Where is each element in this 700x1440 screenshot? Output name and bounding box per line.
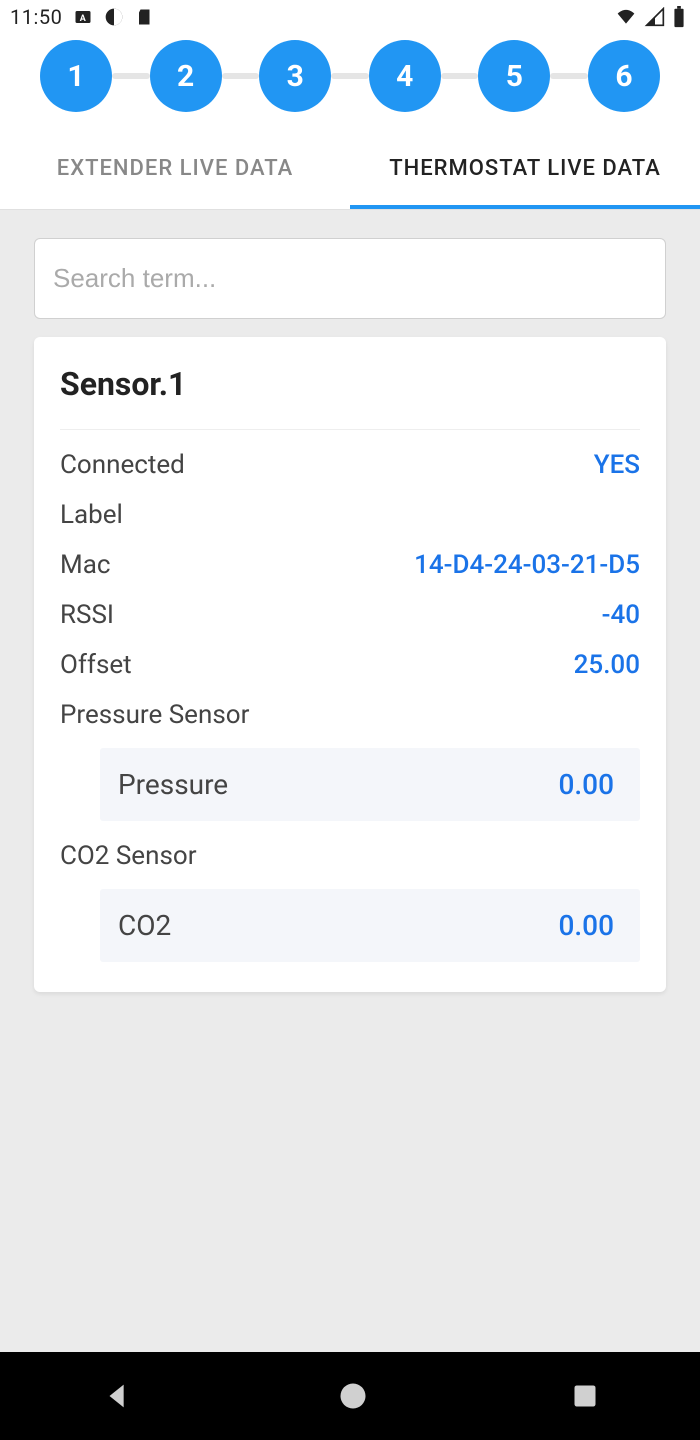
value-mac: 14-D4-24-03-21-D5 xyxy=(414,550,640,580)
step-2[interactable]: 2 xyxy=(150,40,222,112)
circle-icon xyxy=(104,7,124,27)
step-6[interactable]: 6 xyxy=(588,40,660,112)
value-rssi: -40 xyxy=(602,600,640,630)
status-right xyxy=(614,6,686,28)
label-label: Label xyxy=(60,500,123,530)
row-connected: Connected YES xyxy=(60,450,640,480)
battery-icon xyxy=(672,6,686,28)
section-co2-sensor: CO2 Sensor xyxy=(60,841,640,871)
row-mac: Mac 14-D4-24-03-21-D5 xyxy=(60,550,640,580)
status-left: 11:50 A xyxy=(10,5,154,29)
sensor-card: Sensor.1 Connected YES Label Mac 14-D4-2… xyxy=(34,337,666,992)
row-pressure: Pressure 0.00 xyxy=(100,748,640,821)
label-pressure: Pressure xyxy=(118,768,228,801)
value-connected: YES xyxy=(594,450,640,480)
content-area: Sensor.1 Connected YES Label Mac 14-D4-2… xyxy=(0,210,700,1352)
status-bar: 11:50 A xyxy=(0,0,700,34)
keyboard-icon: A xyxy=(74,8,92,26)
step-1[interactable]: 1 xyxy=(40,40,112,112)
tabs: EXTENDER LIVE DATA THERMOSTAT LIVE DATA xyxy=(0,132,700,210)
step-line xyxy=(441,73,479,79)
step-line xyxy=(112,73,150,79)
label-rssi: RSSI xyxy=(60,600,114,630)
step-line xyxy=(222,73,260,79)
row-offset: Offset 25.00 xyxy=(60,650,640,680)
step-line xyxy=(331,73,369,79)
label-co2: CO2 xyxy=(118,909,171,942)
status-time: 11:50 xyxy=(10,5,62,29)
value-co2: 0.00 xyxy=(558,909,614,942)
label-connected: Connected xyxy=(60,450,185,480)
android-nav-bar xyxy=(0,1352,700,1440)
label-mac: Mac xyxy=(60,550,110,580)
step-5[interactable]: 5 xyxy=(478,40,550,112)
sd-card-icon xyxy=(136,7,154,27)
row-label: Label xyxy=(60,500,640,530)
label-offset: Offset xyxy=(60,650,132,680)
row-co2: CO2 0.00 xyxy=(100,889,640,962)
home-icon[interactable] xyxy=(338,1381,368,1411)
row-rssi: RSSI -40 xyxy=(60,600,640,630)
section-pressure-sensor: Pressure Sensor xyxy=(60,700,640,730)
svg-text:A: A xyxy=(80,14,87,24)
step-4[interactable]: 4 xyxy=(369,40,441,112)
step-3[interactable]: 3 xyxy=(259,40,331,112)
value-pressure: 0.00 xyxy=(558,768,614,801)
tab-thermostat-live-data[interactable]: THERMOSTAT LIVE DATA xyxy=(350,132,700,209)
value-offset: 25.00 xyxy=(574,650,640,680)
tab-extender-live-data[interactable]: EXTENDER LIVE DATA xyxy=(0,132,350,209)
signal-icon xyxy=(644,7,666,27)
back-icon[interactable] xyxy=(101,1379,135,1413)
step-line xyxy=(550,73,588,79)
stepper: 1 2 3 4 5 6 xyxy=(0,34,700,132)
sensor-title: Sensor.1 xyxy=(60,365,640,430)
wifi-icon xyxy=(614,7,638,27)
search-input[interactable] xyxy=(34,238,666,319)
recent-icon[interactable] xyxy=(571,1382,599,1410)
